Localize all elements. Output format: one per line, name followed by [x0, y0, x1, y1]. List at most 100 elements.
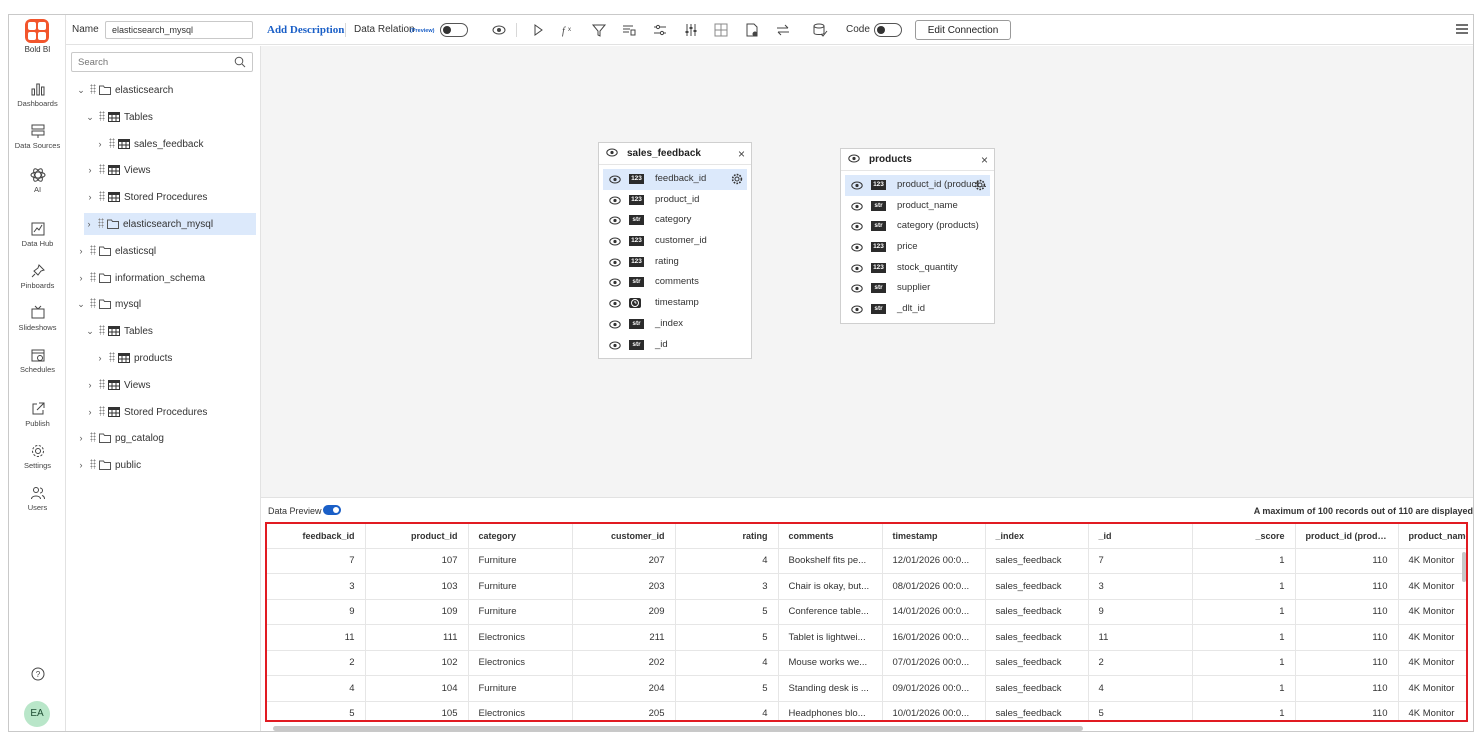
- table-cell[interactable]: 110: [1295, 573, 1399, 600]
- eye-icon[interactable]: [851, 264, 863, 273]
- table-card-products[interactable]: products × 123 product_id (product... str pro…: [840, 148, 995, 324]
- table-cell[interactable]: 4K Monitor: [1398, 624, 1466, 651]
- column-header[interactable]: category: [468, 524, 573, 549]
- column-header[interactable]: feedback_id: [267, 524, 366, 549]
- tree-item[interactable]: › products: [66, 347, 256, 369]
- table-cell[interactable]: sales_feedback: [985, 548, 1089, 574]
- tree-item[interactable]: › information_schema: [66, 267, 256, 289]
- column-row[interactable]: str category (products): [845, 216, 990, 237]
- table-cell[interactable]: 110: [1295, 675, 1399, 702]
- table-cell[interactable]: sales_feedback: [985, 573, 1089, 600]
- add-description-link[interactable]: Add Description: [267, 15, 344, 45]
- close-icon[interactable]: ×: [981, 149, 988, 171]
- column-row[interactable]: str product_name: [845, 196, 990, 217]
- eye-icon[interactable]: [606, 148, 618, 157]
- chevron-icon[interactable]: ⌄: [76, 79, 86, 101]
- tree-item[interactable]: › Stored Procedures: [66, 401, 256, 423]
- table-cell[interactable]: Electronics: [468, 701, 573, 720]
- column-row[interactable]: 123 product_id (product...: [845, 175, 990, 196]
- column-row[interactable]: 123 feedback_id: [603, 169, 747, 190]
- table-cell[interactable]: Chair is okay, but...: [778, 573, 883, 600]
- vertical-scrollbar[interactable]: [1462, 552, 1466, 582]
- table-cell[interactable]: 4: [1088, 675, 1193, 702]
- table-cell[interactable]: 107: [365, 548, 469, 574]
- eye-icon[interactable]: [851, 243, 863, 252]
- table-cell[interactable]: 2: [267, 650, 366, 676]
- gear-icon[interactable]: [974, 179, 986, 191]
- column-row[interactable]: str supplier: [845, 278, 990, 299]
- search-icon[interactable]: [234, 56, 246, 68]
- column-header[interactable]: product_name: [1398, 524, 1466, 549]
- eye-icon[interactable]: [851, 284, 863, 293]
- table-cell[interactable]: 104: [365, 675, 469, 702]
- bold-bi-logo[interactable]: [25, 19, 49, 43]
- column-row[interactable]: 123 customer_id: [603, 231, 747, 252]
- chevron-icon[interactable]: ›: [76, 454, 86, 476]
- column-header[interactable]: _id: [1088, 524, 1193, 549]
- tree-item[interactable]: › public: [66, 454, 256, 476]
- table-cell[interactable]: 3: [267, 573, 366, 600]
- tree-item[interactable]: › sales_feedback: [66, 133, 256, 155]
- table-cell[interactable]: Electronics: [468, 624, 573, 651]
- table-cell[interactable]: 5: [675, 599, 779, 625]
- chevron-icon[interactable]: ⌄: [85, 106, 95, 128]
- table-cell[interactable]: 5: [675, 624, 779, 651]
- drag-handle-icon[interactable]: [90, 244, 96, 255]
- table-cell[interactable]: Bookshelf fits pe...: [778, 548, 883, 574]
- table-cell[interactable]: 9: [1088, 599, 1193, 625]
- drag-handle-icon[interactable]: [99, 405, 105, 416]
- function-icon[interactable]: fx: [560, 22, 576, 38]
- table-cell[interactable]: 110: [1295, 624, 1399, 651]
- table-cell[interactable]: 09/01/2026 00:0...: [882, 675, 986, 702]
- document-settings-icon[interactable]: [744, 22, 760, 38]
- nav-data-sources[interactable]: Data Sources: [9, 123, 66, 150]
- column-header[interactable]: product_id (produ...: [1295, 524, 1399, 549]
- eye-icon[interactable]: [609, 299, 621, 308]
- column-header[interactable]: rating: [675, 524, 779, 549]
- tree-item[interactable]: ⌄ Tables: [66, 320, 256, 342]
- table-cell[interactable]: 111: [365, 624, 469, 651]
- table-cell[interactable]: 211: [572, 624, 676, 651]
- filter-icon[interactable]: [591, 22, 607, 38]
- search-input[interactable]: [72, 53, 222, 71]
- table-cell[interactable]: 08/01/2026 00:0...: [882, 573, 986, 600]
- nav-ai[interactable]: AI: [9, 167, 66, 194]
- drag-handle-icon[interactable]: [109, 137, 115, 148]
- eye-icon[interactable]: [609, 237, 621, 246]
- table-row[interactable]: 11 111 Electronics 211 5 Tablet is lightwei..…: [267, 624, 1466, 651]
- column-header[interactable]: timestamp: [882, 524, 986, 549]
- table-cell[interactable]: 7: [1088, 548, 1193, 574]
- table-cell[interactable]: 5: [675, 675, 779, 702]
- eye-icon[interactable]: [851, 202, 863, 211]
- drag-handle-icon[interactable]: [90, 459, 96, 470]
- table-cell[interactable]: 1: [1192, 599, 1296, 625]
- drag-handle-icon[interactable]: [90, 298, 96, 309]
- nav-publish[interactable]: Publish: [9, 401, 66, 428]
- table-cell[interactable]: 205: [572, 701, 676, 720]
- chevron-icon[interactable]: ›: [85, 401, 95, 423]
- hamburger-menu-icon[interactable]: [1455, 22, 1469, 36]
- tree-item[interactable]: ⌄ elasticsearch: [66, 79, 256, 101]
- eye-icon[interactable]: [609, 216, 621, 225]
- list-filter-icon[interactable]: [621, 22, 637, 38]
- chevron-icon[interactable]: ⌄: [85, 320, 95, 342]
- column-header[interactable]: comments: [778, 524, 883, 549]
- table-cell[interactable]: 16/01/2026 00:0...: [882, 624, 986, 651]
- chevron-icon[interactable]: ›: [95, 347, 105, 369]
- column-row[interactable]: 123 stock_quantity: [845, 258, 990, 279]
- column-header[interactable]: _score: [1192, 524, 1296, 549]
- drag-handle-icon[interactable]: [109, 352, 115, 362]
- table-cell[interactable]: 14/01/2026 00:0...: [882, 599, 986, 625]
- table-cell[interactable]: Conference table...: [778, 599, 883, 625]
- tree-item[interactable]: › Views: [66, 374, 256, 396]
- table-cell[interactable]: 4K Monitor: [1398, 701, 1466, 720]
- table-cell[interactable]: 204: [572, 675, 676, 702]
- table-cell[interactable]: 4K Monitor: [1398, 599, 1466, 625]
- relation-canvas[interactable]: sales_feedback × 123 feedback_id 123 product_…: [261, 46, 1473, 497]
- swap-icon[interactable]: [775, 22, 791, 38]
- table-cell[interactable]: 3: [1088, 573, 1193, 600]
- drag-handle-icon[interactable]: [90, 271, 96, 282]
- name-field[interactable]: elasticsearch_mysql: [105, 21, 253, 39]
- table-cell[interactable]: 4: [675, 548, 779, 574]
- chevron-icon[interactable]: ⌄: [76, 293, 86, 315]
